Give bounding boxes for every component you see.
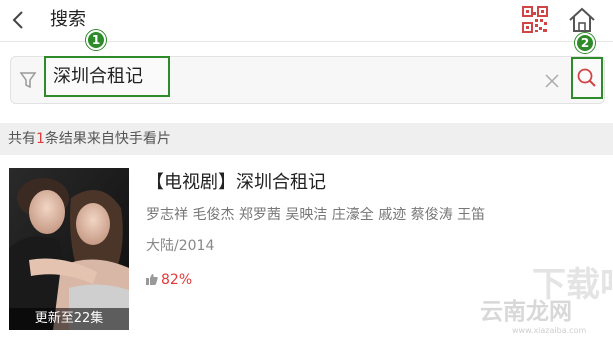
step-marker-2: 2 [575, 33, 595, 53]
poster-caption: 更新至22集 [34, 311, 104, 326]
svg-text:下载吧: 下载吧 [532, 265, 612, 300]
result-cast: 罗志祥 毛俊杰 郑罗茜 吴映洁 庄濠全 戚迹 蔡俊涛 王笛 [146, 207, 486, 223]
page-title: 搜索 [50, 9, 86, 30]
summary-count: 1 [36, 131, 45, 147]
step-marker-1: 1 [86, 30, 106, 50]
watermark-logo-graphic: 下载吧 [532, 265, 613, 305]
summary-suffix: 条结果来自快手看片 [44, 131, 171, 147]
watermark-logo-text: 云南龙网 [480, 299, 572, 325]
back-icon[interactable] [6, 4, 32, 36]
home-icon[interactable] [566, 4, 598, 36]
poster-image[interactable]: 更新至22集 [9, 168, 129, 330]
result-title[interactable]: 【电视剧】深圳合租记 [146, 171, 326, 195]
search-button[interactable] [571, 57, 603, 99]
qr-code-icon[interactable] [522, 6, 548, 34]
search-box: 深圳合租记 [10, 56, 605, 104]
rating-value: 82% [161, 272, 193, 288]
filter-icon[interactable] [19, 70, 37, 90]
search-input[interactable]: 深圳合租记 [53, 66, 143, 88]
result-meta: 大陆/2014 [146, 238, 215, 254]
search-icon [577, 68, 596, 87]
search-area: 深圳合租记 [0, 42, 613, 118]
poster-artwork [9, 168, 129, 330]
summary-prefix: 共有 [8, 131, 36, 147]
close-icon[interactable] [544, 73, 560, 89]
results-summary: 共有1条结果来自快手看片 [8, 130, 171, 148]
search-input-highlight[interactable]: 深圳合租记 [44, 56, 170, 97]
watermark: 下载吧 云南龙网 www.xiazaiba.com [462, 260, 613, 338]
watermark-url: www.xiazaiba.com [512, 326, 587, 335]
results-summary-bar: 共有1条结果来自快手看片 [0, 123, 613, 155]
thumbs-up-icon [146, 274, 158, 285]
